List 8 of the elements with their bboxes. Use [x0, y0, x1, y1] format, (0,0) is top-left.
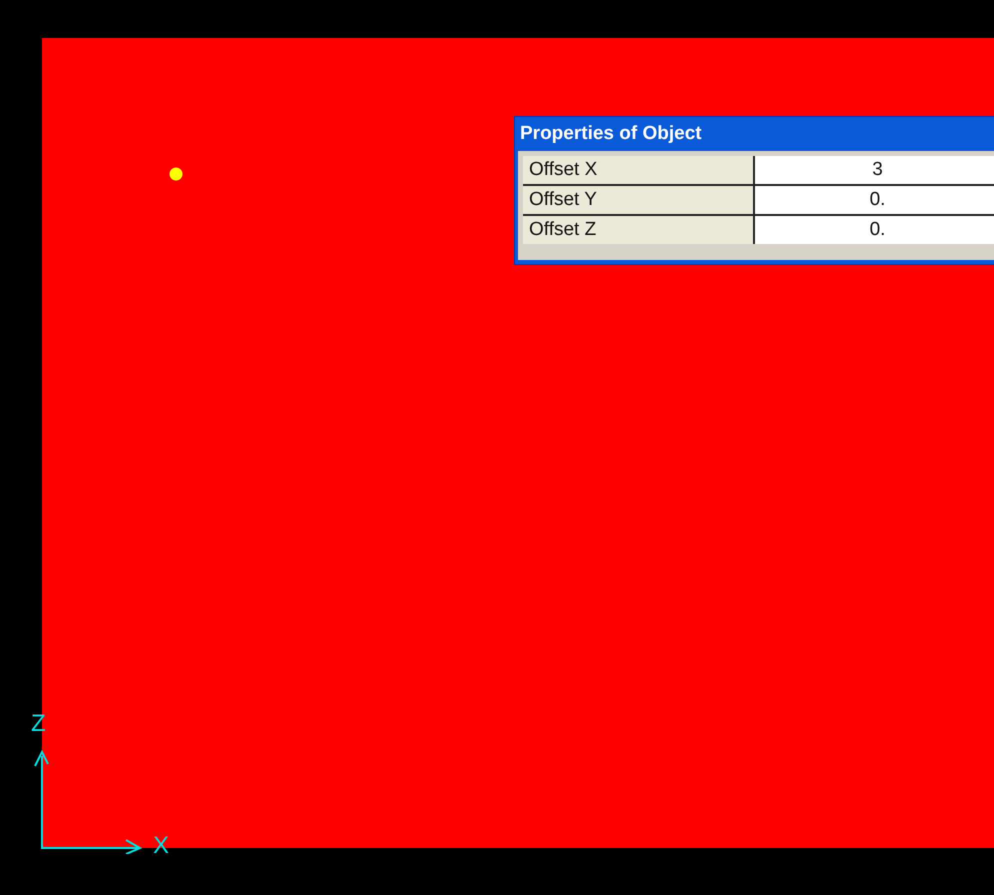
- property-label: Offset Y: [523, 185, 754, 215]
- property-value[interactable]: 0.: [754, 215, 994, 244]
- property-value[interactable]: 0.: [754, 185, 994, 215]
- property-label: Offset Z: [523, 215, 754, 244]
- property-value[interactable]: 3: [754, 156, 994, 185]
- point-marker: [169, 167, 183, 181]
- panel-title: Properties of Object: [519, 122, 703, 146]
- property-label: Offset X: [523, 156, 754, 185]
